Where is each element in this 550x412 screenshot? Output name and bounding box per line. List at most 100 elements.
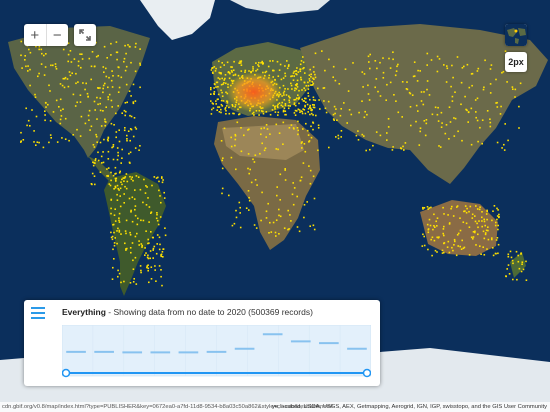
occurrence-dot xyxy=(68,71,71,73)
occurrence-dot xyxy=(503,149,506,151)
occurrence-dot xyxy=(419,130,421,133)
occurrence-dot xyxy=(288,99,290,102)
occurrence-dot xyxy=(291,75,293,77)
occurrence-dot xyxy=(494,224,497,227)
occurrence-dot xyxy=(227,71,230,74)
occurrence-dot xyxy=(159,216,162,218)
occurrence-dot xyxy=(256,184,258,186)
occurrence-dot xyxy=(85,82,87,85)
occurrence-dot xyxy=(128,90,131,92)
occurrence-dot xyxy=(213,66,216,68)
occurrence-dot xyxy=(289,105,291,107)
range-handle-start[interactable] xyxy=(62,368,71,378)
occurrence-dot xyxy=(433,239,436,242)
occurrence-dot xyxy=(323,87,326,89)
occurrence-dot xyxy=(114,208,116,210)
occurrence-dot xyxy=(363,73,366,75)
occurrence-dot xyxy=(117,187,119,190)
occurrence-dot xyxy=(260,62,262,64)
occurrence-dot xyxy=(446,67,449,70)
occurrence-dot xyxy=(225,109,227,112)
occurrence-dot xyxy=(112,174,115,177)
range-handle-end[interactable] xyxy=(362,368,371,378)
occurrence-dot xyxy=(471,217,474,219)
occurrence-dot xyxy=(92,144,95,146)
occurrence-dot xyxy=(294,84,297,86)
occurrence-dot xyxy=(295,88,298,90)
occurrence-dot xyxy=(140,219,142,222)
occurrence-dot xyxy=(303,216,305,219)
occurrence-dot xyxy=(481,142,483,145)
occurrence-dot xyxy=(375,78,378,80)
occurrence-dot xyxy=(95,133,97,136)
occurrence-dot xyxy=(303,100,305,102)
occurrence-dot xyxy=(111,238,114,241)
occurrence-dot xyxy=(119,187,122,190)
occurrence-dot xyxy=(314,52,317,55)
occurrence-dot xyxy=(145,252,147,254)
occurrence-dot xyxy=(44,101,47,104)
occurrence-dot xyxy=(60,109,62,112)
occurrence-dot xyxy=(79,101,82,103)
occurrence-dot xyxy=(102,66,105,68)
occurrence-dot xyxy=(248,209,250,211)
occurrence-dot xyxy=(117,227,119,230)
occurrence-dot xyxy=(365,149,367,152)
occurrence-dot xyxy=(127,130,130,132)
occurrence-dot xyxy=(505,275,507,277)
timeline-chart[interactable] xyxy=(62,325,371,382)
occurrence-dot xyxy=(497,243,500,246)
occurrence-dot xyxy=(42,146,45,149)
occurrence-dot xyxy=(147,197,149,199)
occurrence-dot xyxy=(36,141,39,143)
occurrence-dot xyxy=(76,101,78,104)
occurrence-dot xyxy=(296,195,298,198)
occurrence-dot xyxy=(340,136,342,138)
pixel-size-button[interactable]: 2px xyxy=(505,52,527,72)
occurrence-dot xyxy=(67,53,70,56)
occurrence-dot xyxy=(55,99,58,102)
occurrence-dot xyxy=(426,206,429,208)
occurrence-dot xyxy=(103,71,105,73)
occurrence-dot xyxy=(430,238,432,241)
occurrence-dot xyxy=(38,48,40,51)
occurrence-dot xyxy=(423,235,425,238)
occurrence-dot xyxy=(59,83,62,85)
occurrence-dot xyxy=(459,217,461,219)
menu-icon[interactable] xyxy=(31,307,45,319)
zoom-in-button[interactable]: + xyxy=(24,24,47,46)
occurrence-dot xyxy=(418,144,421,146)
occurrence-dot xyxy=(422,208,424,210)
basemap-switcher-button[interactable] xyxy=(505,24,527,46)
occurrence-dot xyxy=(20,54,22,57)
occurrence-dot xyxy=(452,249,454,252)
occurrence-dot xyxy=(136,223,139,226)
occurrence-dot xyxy=(125,110,127,113)
occurrence-dot xyxy=(282,109,285,112)
occurrence-dot xyxy=(417,110,419,112)
occurrence-dot xyxy=(129,247,132,249)
occurrence-dot xyxy=(306,103,309,106)
occurrence-dot xyxy=(162,179,164,181)
occurrence-dot xyxy=(297,120,299,123)
occurrence-dot xyxy=(382,71,385,74)
occurrence-dot xyxy=(125,173,128,175)
occurrence-dot xyxy=(37,75,39,78)
occurrence-dot xyxy=(113,214,116,216)
occurrence-dot xyxy=(137,217,139,220)
occurrence-dot xyxy=(267,202,269,205)
zoom-out-button[interactable]: − xyxy=(47,24,69,46)
occurrence-dot xyxy=(317,149,319,152)
occurrence-dot xyxy=(221,187,224,190)
occurrence-dot xyxy=(26,124,28,127)
occurrence-dot xyxy=(296,97,298,99)
occurrence-dot xyxy=(310,84,312,86)
occurrence-dot xyxy=(483,237,486,240)
occurrence-dot xyxy=(225,113,227,115)
occurrence-dot xyxy=(337,137,340,140)
occurrence-dot xyxy=(432,228,434,231)
occurrence-dot xyxy=(146,265,148,267)
occurrence-dot xyxy=(491,219,493,222)
occurrence-dot xyxy=(71,72,73,74)
fullscreen-button[interactable] xyxy=(74,24,96,46)
